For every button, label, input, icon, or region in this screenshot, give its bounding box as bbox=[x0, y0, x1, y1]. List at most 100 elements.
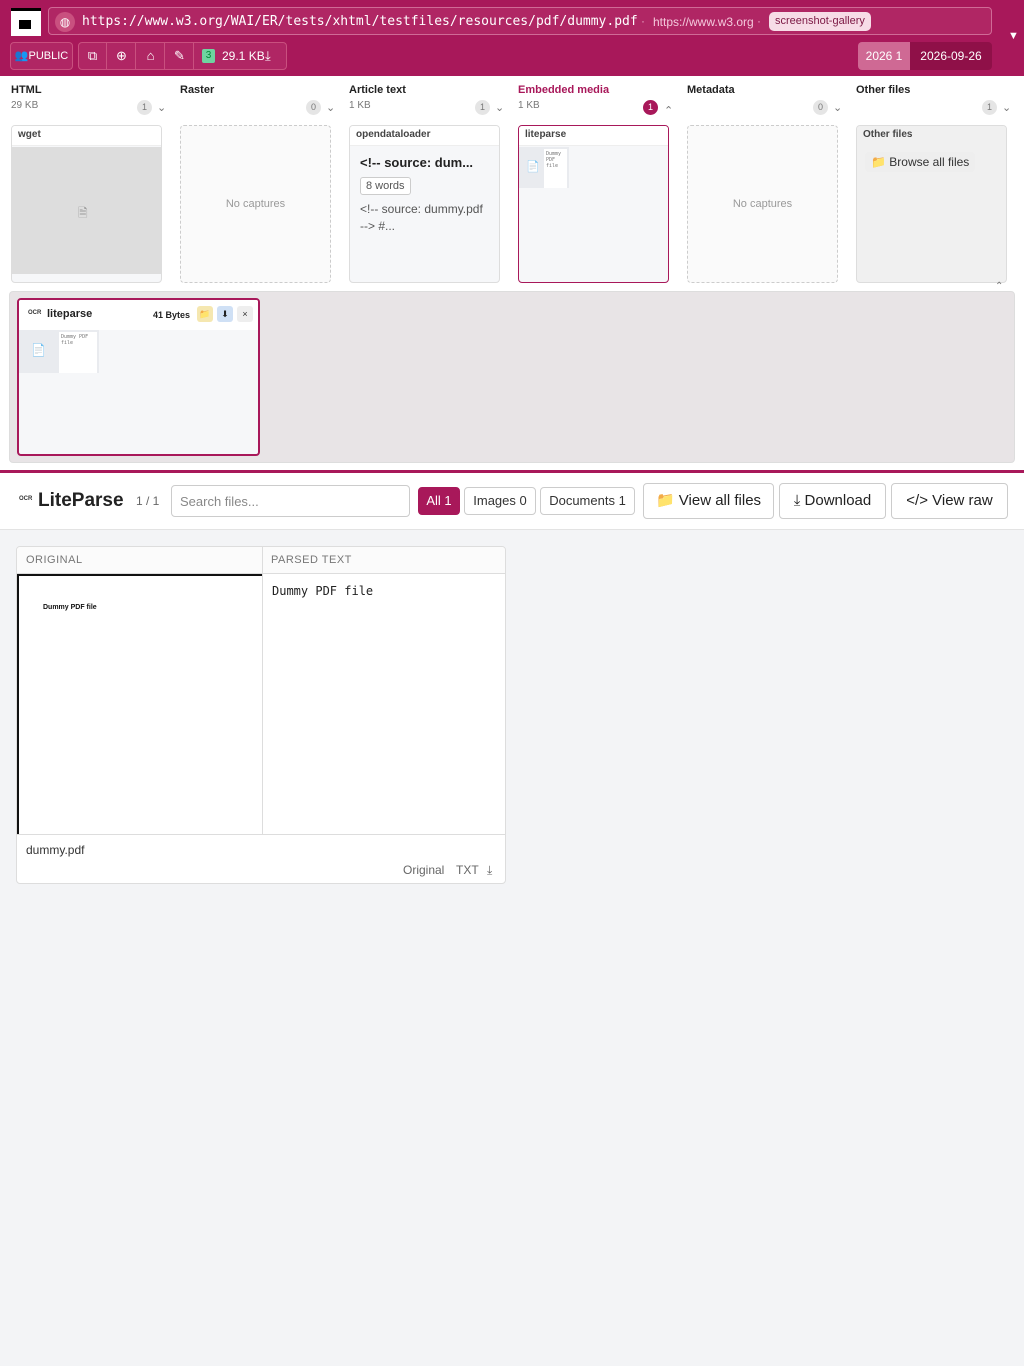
file-icon: 🗎 bbox=[78, 206, 88, 220]
card-title: wget bbox=[12, 126, 161, 146]
empty-card-raster: No captures bbox=[180, 125, 331, 283]
thumbnail-text: Dummy PDF file bbox=[59, 332, 97, 373]
view-all-files-button[interactable]: 📁 View all files bbox=[643, 483, 774, 519]
document-icon: 📄 bbox=[31, 343, 46, 357]
capture-size: 41 Bytes bbox=[153, 310, 191, 320]
viewer-toolbar: OCR LiteParse 1 / 1 All 1 Images 0 Docum… bbox=[0, 473, 1024, 530]
category-html[interactable]: HTML 29 KB 1 ⌄ bbox=[11, 84, 166, 115]
download-icon[interactable]: ⬇ bbox=[217, 306, 233, 322]
category-panel: HTML 29 KB 1 ⌄ wget 🗎 Raster 0 ⌄ No capt… bbox=[0, 76, 1024, 470]
result-footer: dummy.pdf Original TXT ⤓ bbox=[17, 834, 505, 883]
category-count: 1 bbox=[137, 100, 152, 115]
category-title: Metadata bbox=[687, 84, 735, 96]
ocr-icon: OCR bbox=[19, 496, 33, 502]
word-count-badge: 8 words bbox=[360, 177, 411, 195]
edit-icon[interactable]: ✎ bbox=[166, 43, 194, 69]
snapshot-toolbar: ⧉ ⊕ ⌂ ✎ 3 29.1 KB ⤓ bbox=[78, 42, 287, 70]
top-bar: ◍ https://www.w3.org/WAI/ER/tests/xhtml/… bbox=[0, 0, 1024, 76]
txt-link[interactable]: TXT bbox=[456, 863, 479, 877]
capture-name: liteparse bbox=[47, 308, 93, 320]
category-embedded-media[interactable]: Embedded media 1 KB 1 ⌃ bbox=[518, 84, 673, 117]
category-title: HTML bbox=[11, 84, 42, 96]
category-count: 1 bbox=[982, 100, 997, 115]
filter-all[interactable]: All 1 bbox=[418, 487, 460, 515]
parse-result-card: ORIGINAL PARSED TEXT Dummy PDF file Dumm… bbox=[16, 546, 506, 884]
snapshot-count-badge: 3 bbox=[202, 49, 215, 63]
folder-icon[interactable]: 📁 bbox=[197, 306, 213, 322]
url-text[interactable]: https://www.w3.org/WAI/ER/tests/xhtml/te… bbox=[82, 14, 638, 29]
close-icon[interactable]: × bbox=[237, 306, 253, 322]
original-column-header: ORIGINAL bbox=[17, 547, 262, 574]
other-files-card: Other files 📁 Browse all files bbox=[856, 125, 1007, 283]
capture-card-opendataloader[interactable]: opendataloader <!-- source: dum... 8 wor… bbox=[349, 125, 500, 283]
empty-label: No captures bbox=[732, 198, 793, 210]
category-raster[interactable]: Raster 0 ⌄ bbox=[180, 84, 335, 115]
category-other-files[interactable]: Other files 1 ⌄ bbox=[856, 84, 1011, 115]
chevron-down-icon[interactable]: ⌄ bbox=[1002, 101, 1011, 114]
url-host[interactable]: https://www.w3.org bbox=[653, 15, 754, 29]
separator-dot: · bbox=[757, 14, 761, 28]
chevron-down-icon[interactable]: ⌄ bbox=[495, 101, 504, 114]
chevron-down-icon[interactable]: ⌄ bbox=[833, 101, 842, 114]
original-document-text: Dummy PDF file bbox=[43, 604, 97, 611]
visibility-button[interactable]: 👥PUBLIC bbox=[10, 42, 73, 70]
category-count: 0 bbox=[813, 100, 828, 115]
download-icon[interactable]: ⤓ bbox=[265, 43, 271, 69]
globe-icon[interactable]: ◍ bbox=[55, 12, 75, 32]
original-link[interactable]: Original bbox=[403, 863, 444, 877]
date-selector[interactable]: 2026-09-26 bbox=[910, 42, 992, 70]
globe-icon[interactable]: ⊕ bbox=[108, 43, 136, 69]
category-title: Embedded media bbox=[518, 84, 610, 96]
empty-card-metadata: No captures bbox=[687, 125, 838, 283]
chevron-down-icon[interactable]: ⌄ bbox=[326, 101, 335, 114]
category-article-text[interactable]: Article text 1 KB 1 ⌄ bbox=[349, 84, 504, 115]
capture-thumbnail: 📄 Dummy PDF file bbox=[519, 147, 569, 188]
card-title: Other files bbox=[857, 126, 1006, 146]
category-metadata[interactable]: Metadata 0 ⌄ bbox=[687, 84, 842, 115]
ocr-icon: OCR bbox=[28, 310, 42, 316]
archive-icon[interactable]: ⌂ bbox=[137, 43, 165, 69]
column-divider bbox=[262, 547, 263, 834]
browse-all-files-button[interactable]: 📁 Browse all files bbox=[865, 152, 976, 172]
tag-badge[interactable]: screenshot-gallery bbox=[769, 12, 871, 31]
total-size: 29.1 KB bbox=[222, 49, 265, 63]
capture-card-wget[interactable]: wget 🗎 bbox=[11, 125, 162, 283]
copy-icon[interactable]: ⧉ bbox=[79, 43, 107, 69]
chevron-down-icon[interactable]: ⌄ bbox=[157, 101, 166, 114]
category-title: Raster bbox=[180, 84, 215, 96]
selected-captures-tray: OCR liteparse 41 Bytes 📁 ⬇ × 📄 Dummy PDF… bbox=[9, 291, 1015, 463]
parsed-text-content: Dummy PDF file bbox=[272, 584, 374, 598]
chevron-up-icon[interactable]: ⌃ bbox=[664, 104, 673, 117]
file-counter: 1 / 1 bbox=[136, 494, 160, 508]
category-count: 1 bbox=[475, 100, 490, 115]
viewer-title: LiteParse bbox=[38, 490, 124, 511]
capture-header: OCR liteparse 41 Bytes 📁 ⬇ × bbox=[19, 300, 258, 330]
document-icon: 📄 bbox=[526, 161, 540, 173]
view-raw-button[interactable]: </> View raw bbox=[891, 483, 1008, 519]
filter-documents[interactable]: Documents 1 bbox=[540, 487, 635, 515]
category-title: Article text bbox=[349, 84, 406, 96]
category-count: 1 bbox=[643, 100, 658, 115]
article-snippet: <!-- source: dummy.pdf --> #... bbox=[360, 202, 483, 233]
category-title: Other files bbox=[856, 84, 911, 96]
download-button[interactable]: ⤓ Download bbox=[779, 483, 886, 519]
app-logo[interactable] bbox=[11, 8, 41, 36]
year-selector[interactable]: 2026 1 bbox=[858, 42, 910, 70]
parsed-column-header: PARSED TEXT bbox=[262, 547, 505, 574]
url-bar[interactable]: ◍ https://www.w3.org/WAI/ER/tests/xhtml/… bbox=[48, 7, 992, 35]
preview-placeholder: 🗎 bbox=[12, 147, 161, 274]
caret-down-icon[interactable]: ▼ bbox=[1008, 30, 1019, 42]
selected-capture-card[interactable]: OCR liteparse 41 Bytes 📁 ⬇ × 📄 Dummy PDF… bbox=[17, 298, 260, 456]
file-name: dummy.pdf bbox=[26, 843, 85, 857]
card-title: liteparse bbox=[519, 126, 668, 146]
card-title: opendataloader bbox=[350, 126, 499, 146]
download-icon[interactable]: ⤓ bbox=[487, 863, 492, 878]
capture-card-liteparse[interactable]: liteparse 📄 Dummy PDF file bbox=[518, 125, 669, 283]
search-input[interactable] bbox=[171, 485, 410, 517]
capture-thumbnail: 📄 Dummy PDF file bbox=[19, 330, 99, 373]
filter-images[interactable]: Images 0 bbox=[464, 487, 536, 515]
separator-dot: · bbox=[641, 14, 645, 28]
thumbnail-text: Dummy PDF file bbox=[544, 149, 567, 188]
article-headline: <!-- source: dum... bbox=[360, 155, 474, 170]
original-document-preview[interactable]: Dummy PDF file bbox=[17, 574, 262, 834]
